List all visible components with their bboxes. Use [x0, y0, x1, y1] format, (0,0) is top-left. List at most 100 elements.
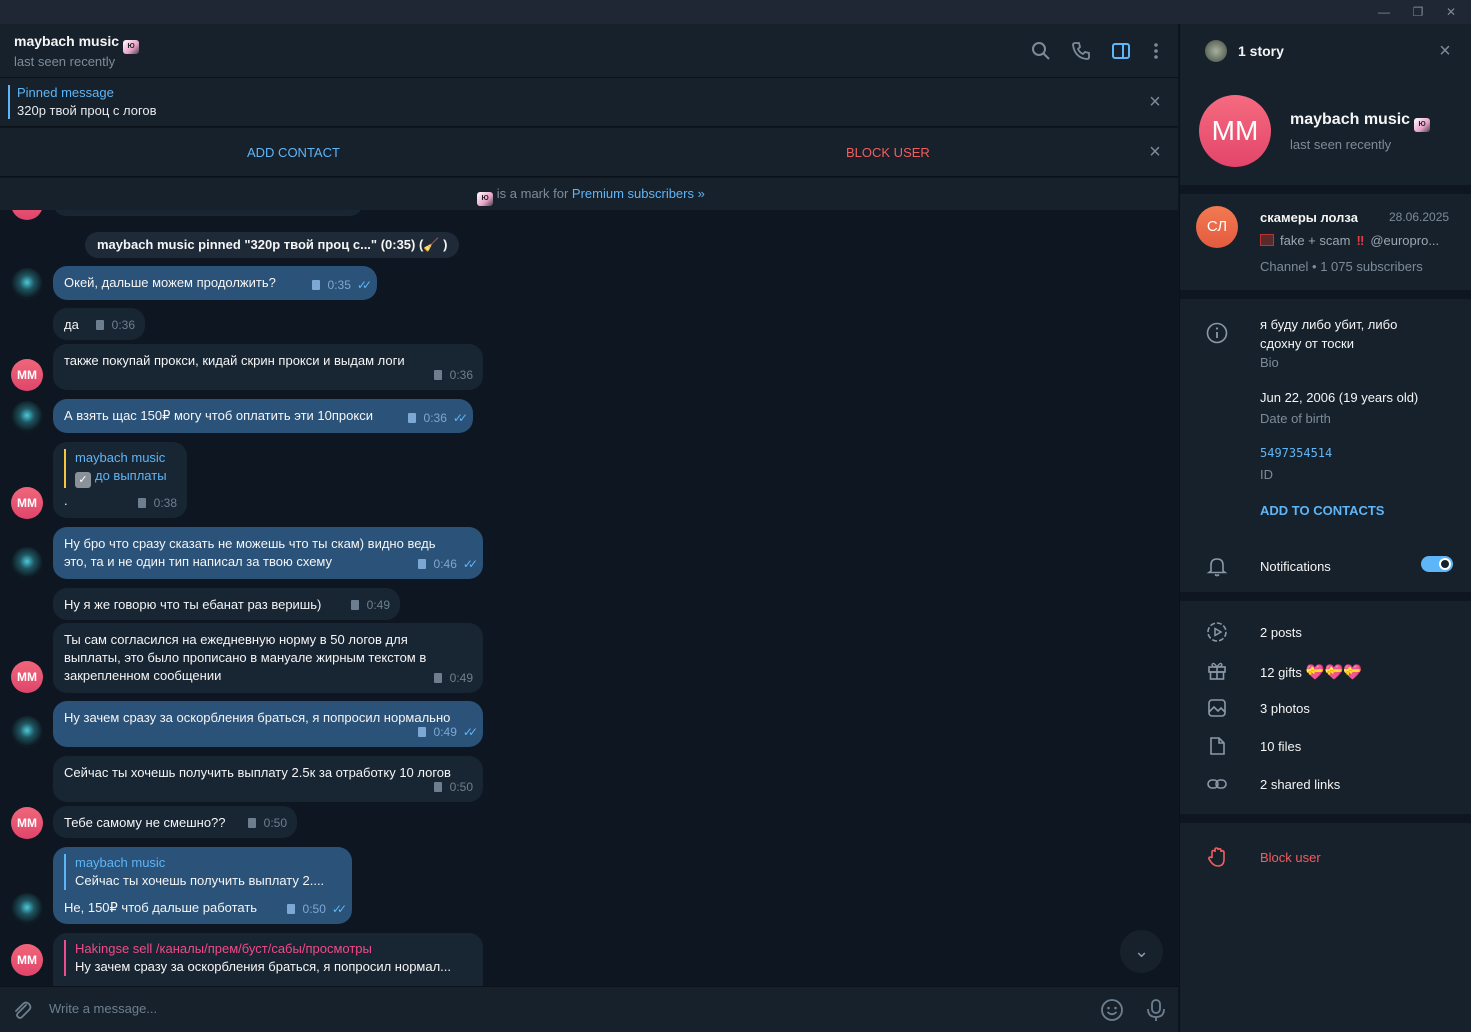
delete-timer-icon	[433, 782, 442, 792]
shared-links-item[interactable]: 2 shared links	[1260, 777, 1340, 792]
channel-name[interactable]: скамеры лолза	[1260, 210, 1358, 225]
more-menu-icon[interactable]	[1146, 41, 1166, 61]
close-icon[interactable]: ✕	[1443, 4, 1459, 20]
message-line: закрепленном сообщении	[64, 668, 222, 683]
message-bubble[interactable]: Hakingse sell /каналы/прем/буст/сабы/про…	[53, 933, 483, 986]
message-line: Ты сам согласился на ежедневную норму в …	[64, 632, 408, 647]
files-item[interactable]: 10 files	[1260, 739, 1301, 754]
scroll-to-bottom-button[interactable]: ⌄	[1120, 930, 1163, 973]
block-user-button[interactable]: BLOCK USER	[846, 145, 930, 160]
avatar[interactable]: MM	[11, 807, 43, 839]
user-id[interactable]: 5497354514	[1260, 446, 1332, 460]
avatar[interactable]	[11, 893, 43, 925]
minimize-icon[interactable]: —	[1376, 4, 1392, 20]
chevron-down-icon: ⌄	[1133, 941, 1150, 961]
message-bubble[interactable]: также покупай прокси, кидай скрин прокси…	[53, 344, 483, 390]
message-bubble[interactable]: Тебе самому не смешно?? 0:50	[53, 806, 297, 838]
sidebar-toggle-icon[interactable]	[1111, 41, 1131, 61]
restore-icon[interactable]: ❐	[1410, 4, 1426, 20]
block-user-item[interactable]: Block user	[1260, 850, 1321, 865]
message-time: 0:38	[153, 496, 177, 510]
story-avatar[interactable]	[1205, 40, 1227, 62]
notifications-toggle[interactable]	[1421, 556, 1453, 572]
message-bubble[interactable]: Окей, дальше можем продолжить? 0:35 ✓✓	[53, 266, 377, 300]
chat-header[interactable]: maybach music Ю last seen recently	[0, 24, 1178, 78]
delete-timer-icon	[417, 559, 426, 569]
avatar[interactable]: MM	[11, 359, 43, 391]
message-bubble[interactable]: maybach music ✓ до выплаты . 0:38	[53, 442, 187, 518]
pinned-title: Pinned message	[17, 85, 114, 100]
gifts-text[interactable]: 12 gifts	[1260, 665, 1302, 680]
delete-timer-icon	[417, 727, 426, 737]
search-icon[interactable]	[1031, 41, 1051, 61]
message-bubble[interactable]: Ну я же говорю что ты ебанат раз веришь)…	[53, 588, 400, 620]
premium-note-text: is a mark for	[493, 186, 572, 201]
message-time: 0:50	[449, 780, 473, 794]
profile-avatar[interactable]: MM	[1199, 95, 1271, 167]
avatar[interactable]: MM	[11, 661, 43, 693]
premium-subscribers-link[interactable]: Premium subscribers »	[572, 186, 705, 201]
notifications-label: Notifications	[1260, 559, 1331, 574]
message-bubble[interactable]: Ну бро что сразу сказать не можешь что т…	[53, 527, 483, 579]
microphone-icon[interactable]	[1145, 998, 1167, 1022]
delete-timer-icon	[433, 370, 442, 380]
avatar[interactable]	[11, 401, 43, 433]
delete-timer-icon	[407, 413, 416, 423]
message-time: 0:46	[433, 557, 457, 571]
message-bubble[interactable]: А взять щас 150₽ могу чтоб оплатить эти …	[53, 399, 473, 433]
divider	[1180, 814, 1471, 823]
reply-quote[interactable]: Hakingse sell /каналы/прем/буст/сабы/про…	[64, 940, 451, 976]
bio-line: сдохну от тоски	[1260, 336, 1354, 351]
profile-panel: 1 story × MM maybach music Ю last seen re…	[1179, 24, 1471, 1032]
phone-icon[interactable]	[1071, 41, 1091, 61]
message-meta: 0:36	[433, 366, 473, 384]
read-ticks-icon: ✓✓	[462, 557, 478, 571]
message-text: Сейчас ты хочешь получить выплату 2.5к з…	[64, 765, 451, 780]
premium-note: Ю is a mark for Premium subscribers »	[0, 178, 1178, 210]
close-action-bar-icon[interactable]: ×	[1147, 142, 1163, 162]
message-meta: 0:50	[247, 814, 287, 832]
avatar[interactable]: MM	[11, 944, 43, 976]
message-meta: 0:35 ✓✓	[311, 276, 372, 294]
message-bubble[interactable]	[53, 210, 363, 216]
avatar[interactable]	[11, 268, 43, 300]
avatar[interactable]	[11, 547, 43, 579]
channel-avatar[interactable]: СЛ	[1196, 206, 1238, 248]
close-panel-icon[interactable]: ×	[1437, 41, 1453, 61]
attach-icon[interactable]	[11, 999, 33, 1021]
delete-timer-icon	[350, 600, 359, 610]
close-pinned-icon[interactable]: ×	[1147, 92, 1163, 112]
message-text: Тебе самому не смешно??	[64, 815, 226, 830]
message-bubble[interactable]: Ну зачем сразу за оскорбления браться, я…	[53, 701, 483, 747]
message-meta: 0:50	[433, 778, 473, 796]
emoji-icon[interactable]	[1100, 998, 1124, 1022]
link-icon	[1207, 779, 1227, 789]
delete-timer-icon	[311, 280, 320, 290]
message-time: 0:35	[327, 278, 351, 292]
message-text: Окей, дальше можем продолжить?	[64, 275, 276, 290]
pinned-message-bar[interactable]: Pinned message 320р твой проц с логов ×	[0, 78, 1178, 127]
avatar[interactable]	[11, 716, 43, 748]
message-meta: 0:38	[137, 494, 177, 512]
stories-link[interactable]: 1 story	[1238, 43, 1284, 59]
posts-item[interactable]: 2 posts	[1260, 625, 1302, 640]
message-input[interactable]: Write a message...	[49, 1001, 157, 1016]
message-bubble[interactable]: Сейчас ты хочешь получить выплату 2.5к з…	[53, 756, 483, 802]
avatar[interactable]: MM	[11, 487, 43, 519]
message-bubble[interactable]: maybach music Сейчас ты хочешь получить …	[53, 847, 352, 924]
message-list[interactable]: MM maybach music pinned "320р твой проц …	[0, 210, 1178, 986]
message-meta: 0:36 ✓✓	[407, 409, 468, 427]
message-meta: 0:36	[95, 316, 135, 334]
reply-quote[interactable]: maybach music ✓ до выплаты	[64, 449, 167, 488]
delete-timer-icon	[286, 904, 295, 914]
add-to-contacts-button[interactable]: ADD TO CONTACTS	[1260, 503, 1384, 518]
photos-item[interactable]: 3 photos	[1260, 701, 1310, 716]
add-contact-button[interactable]: ADD CONTACT	[247, 145, 340, 160]
avatar[interactable]: MM	[11, 210, 43, 220]
reply-quote[interactable]: maybach music Сейчас ты хочешь получить …	[64, 854, 324, 890]
read-ticks-icon: ✓✓	[331, 902, 347, 916]
delete-timer-icon	[95, 320, 104, 330]
message-bubble[interactable]: Ты сам согласился на ежедневную норму в …	[53, 623, 483, 693]
message-text: Ты сам согласился на ежедневную норму в …	[64, 631, 426, 685]
message-bubble[interactable]: да 0:36	[53, 308, 145, 340]
